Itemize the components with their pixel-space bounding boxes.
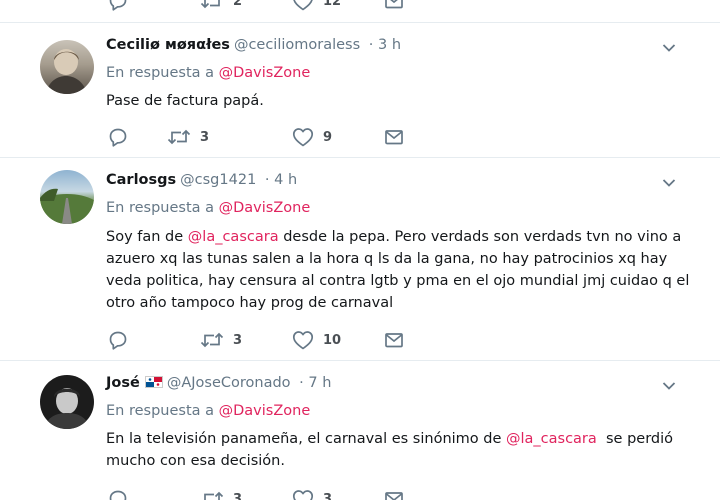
avatar-photo	[46, 49, 87, 94]
like-count: 9	[323, 129, 333, 145]
tweet-text: Soy fan de @la_cascara desde la pepa. Pe…	[106, 229, 690, 311]
tweet-header: Carlosgs @csg1421 · 4 h	[106, 172, 298, 188]
reply-icon	[108, 489, 128, 500]
timestamp[interactable]: 3 h	[378, 37, 401, 53]
dm-icon	[384, 489, 404, 500]
retweet-button[interactable]: 3	[167, 127, 209, 147]
reply-button[interactable]	[108, 330, 128, 350]
tweet-header: Ceciliø мøяαłes @ceciliomoraless · 3 h	[106, 37, 402, 53]
retweet-count: 3	[200, 129, 210, 145]
reply-icon	[108, 0, 128, 11]
retweet-icon	[200, 0, 224, 11]
retweet-count: 3	[233, 491, 243, 500]
reply-icon	[108, 127, 128, 147]
dm-button[interactable]	[384, 489, 404, 500]
chevron-down-icon[interactable]	[662, 178, 676, 188]
avatar[interactable]	[40, 40, 94, 94]
dm-icon	[384, 0, 404, 11]
retweet-icon	[167, 127, 191, 147]
username[interactable]: @ceciliomoraless	[234, 37, 360, 53]
retweet-button[interactable]: 3	[200, 330, 242, 350]
retweet-count: 3	[233, 332, 243, 348]
reply-mention-link[interactable]: @DavisZone	[219, 403, 311, 419]
retweet-button[interactable]: 3	[200, 489, 242, 500]
reply-mention-link[interactable]: @DavisZone	[219, 65, 311, 81]
like-icon	[292, 330, 314, 350]
like-icon	[292, 489, 314, 500]
display-name[interactable]: Ceciliø мøяαłes	[106, 37, 230, 53]
timestamp[interactable]: 7 h	[308, 375, 331, 391]
like-count: 12	[323, 0, 342, 9]
retweet-count: 2	[233, 0, 243, 9]
dm-button[interactable]	[384, 127, 404, 147]
reply-context: En respuesta a @DavisZone	[106, 200, 311, 216]
chevron-down-icon[interactable]	[662, 43, 676, 53]
like-button[interactable]: 3	[292, 489, 332, 500]
reply-icon	[108, 330, 128, 350]
like-button[interactable]: 9	[292, 127, 332, 147]
like-count: 3	[323, 491, 333, 500]
retweet-icon	[200, 330, 224, 350]
reply-button[interactable]	[108, 0, 128, 11]
tweet[interactable]: José @AJoseCoronado · 7 h En respuesta a …	[0, 361, 720, 500]
chevron-down-icon[interactable]	[662, 381, 676, 391]
mention-link[interactable]: @la_cascara	[188, 229, 279, 245]
dm-button[interactable]	[384, 0, 404, 11]
reply-button[interactable]	[108, 489, 128, 500]
partial-tweet: 2 12	[0, 0, 720, 23]
avatar[interactable]	[40, 170, 94, 224]
display-name[interactable]: Carlosgs	[106, 172, 176, 188]
username[interactable]: @AJoseCoronado	[167, 375, 291, 391]
avatar-photo	[44, 388, 90, 429]
like-icon	[292, 0, 314, 11]
dm-icon	[384, 330, 404, 350]
retweet-button[interactable]: 2	[200, 0, 242, 11]
avatar-photo	[40, 188, 94, 224]
timestamp[interactable]: 4 h	[274, 172, 297, 188]
like-count: 10	[323, 332, 342, 348]
reply-button[interactable]	[108, 127, 128, 147]
tweet[interactable]: Ceciliø мøяαłes @ceciliomoraless · 3 h En…	[0, 23, 720, 158]
tweet-text: Pase de factura papá.	[106, 93, 264, 109]
retweet-icon	[200, 489, 224, 500]
panama-flag-icon	[144, 376, 163, 388]
tweet-header: José @AJoseCoronado · 7 h	[106, 375, 332, 391]
tweet-text: En la televisión panameña, el carnaval e…	[106, 431, 674, 469]
dm-icon	[384, 127, 404, 147]
mention-link[interactable]: @la_cascara	[506, 431, 597, 447]
like-icon	[292, 127, 314, 147]
reply-context: En respuesta a @DavisZone	[106, 65, 311, 81]
display-name[interactable]: José	[106, 375, 140, 391]
like-button[interactable]: 12	[292, 0, 341, 11]
dm-button[interactable]	[384, 330, 404, 350]
username[interactable]: @csg1421	[180, 172, 256, 188]
like-button[interactable]: 10	[292, 330, 341, 350]
reply-context: En respuesta a @DavisZone	[106, 403, 311, 419]
avatar[interactable]	[40, 375, 94, 429]
tweet[interactable]: Carlosgs @csg1421 · 4 h En respuesta a @D…	[0, 158, 720, 361]
reply-mention-link[interactable]: @DavisZone	[219, 200, 311, 216]
